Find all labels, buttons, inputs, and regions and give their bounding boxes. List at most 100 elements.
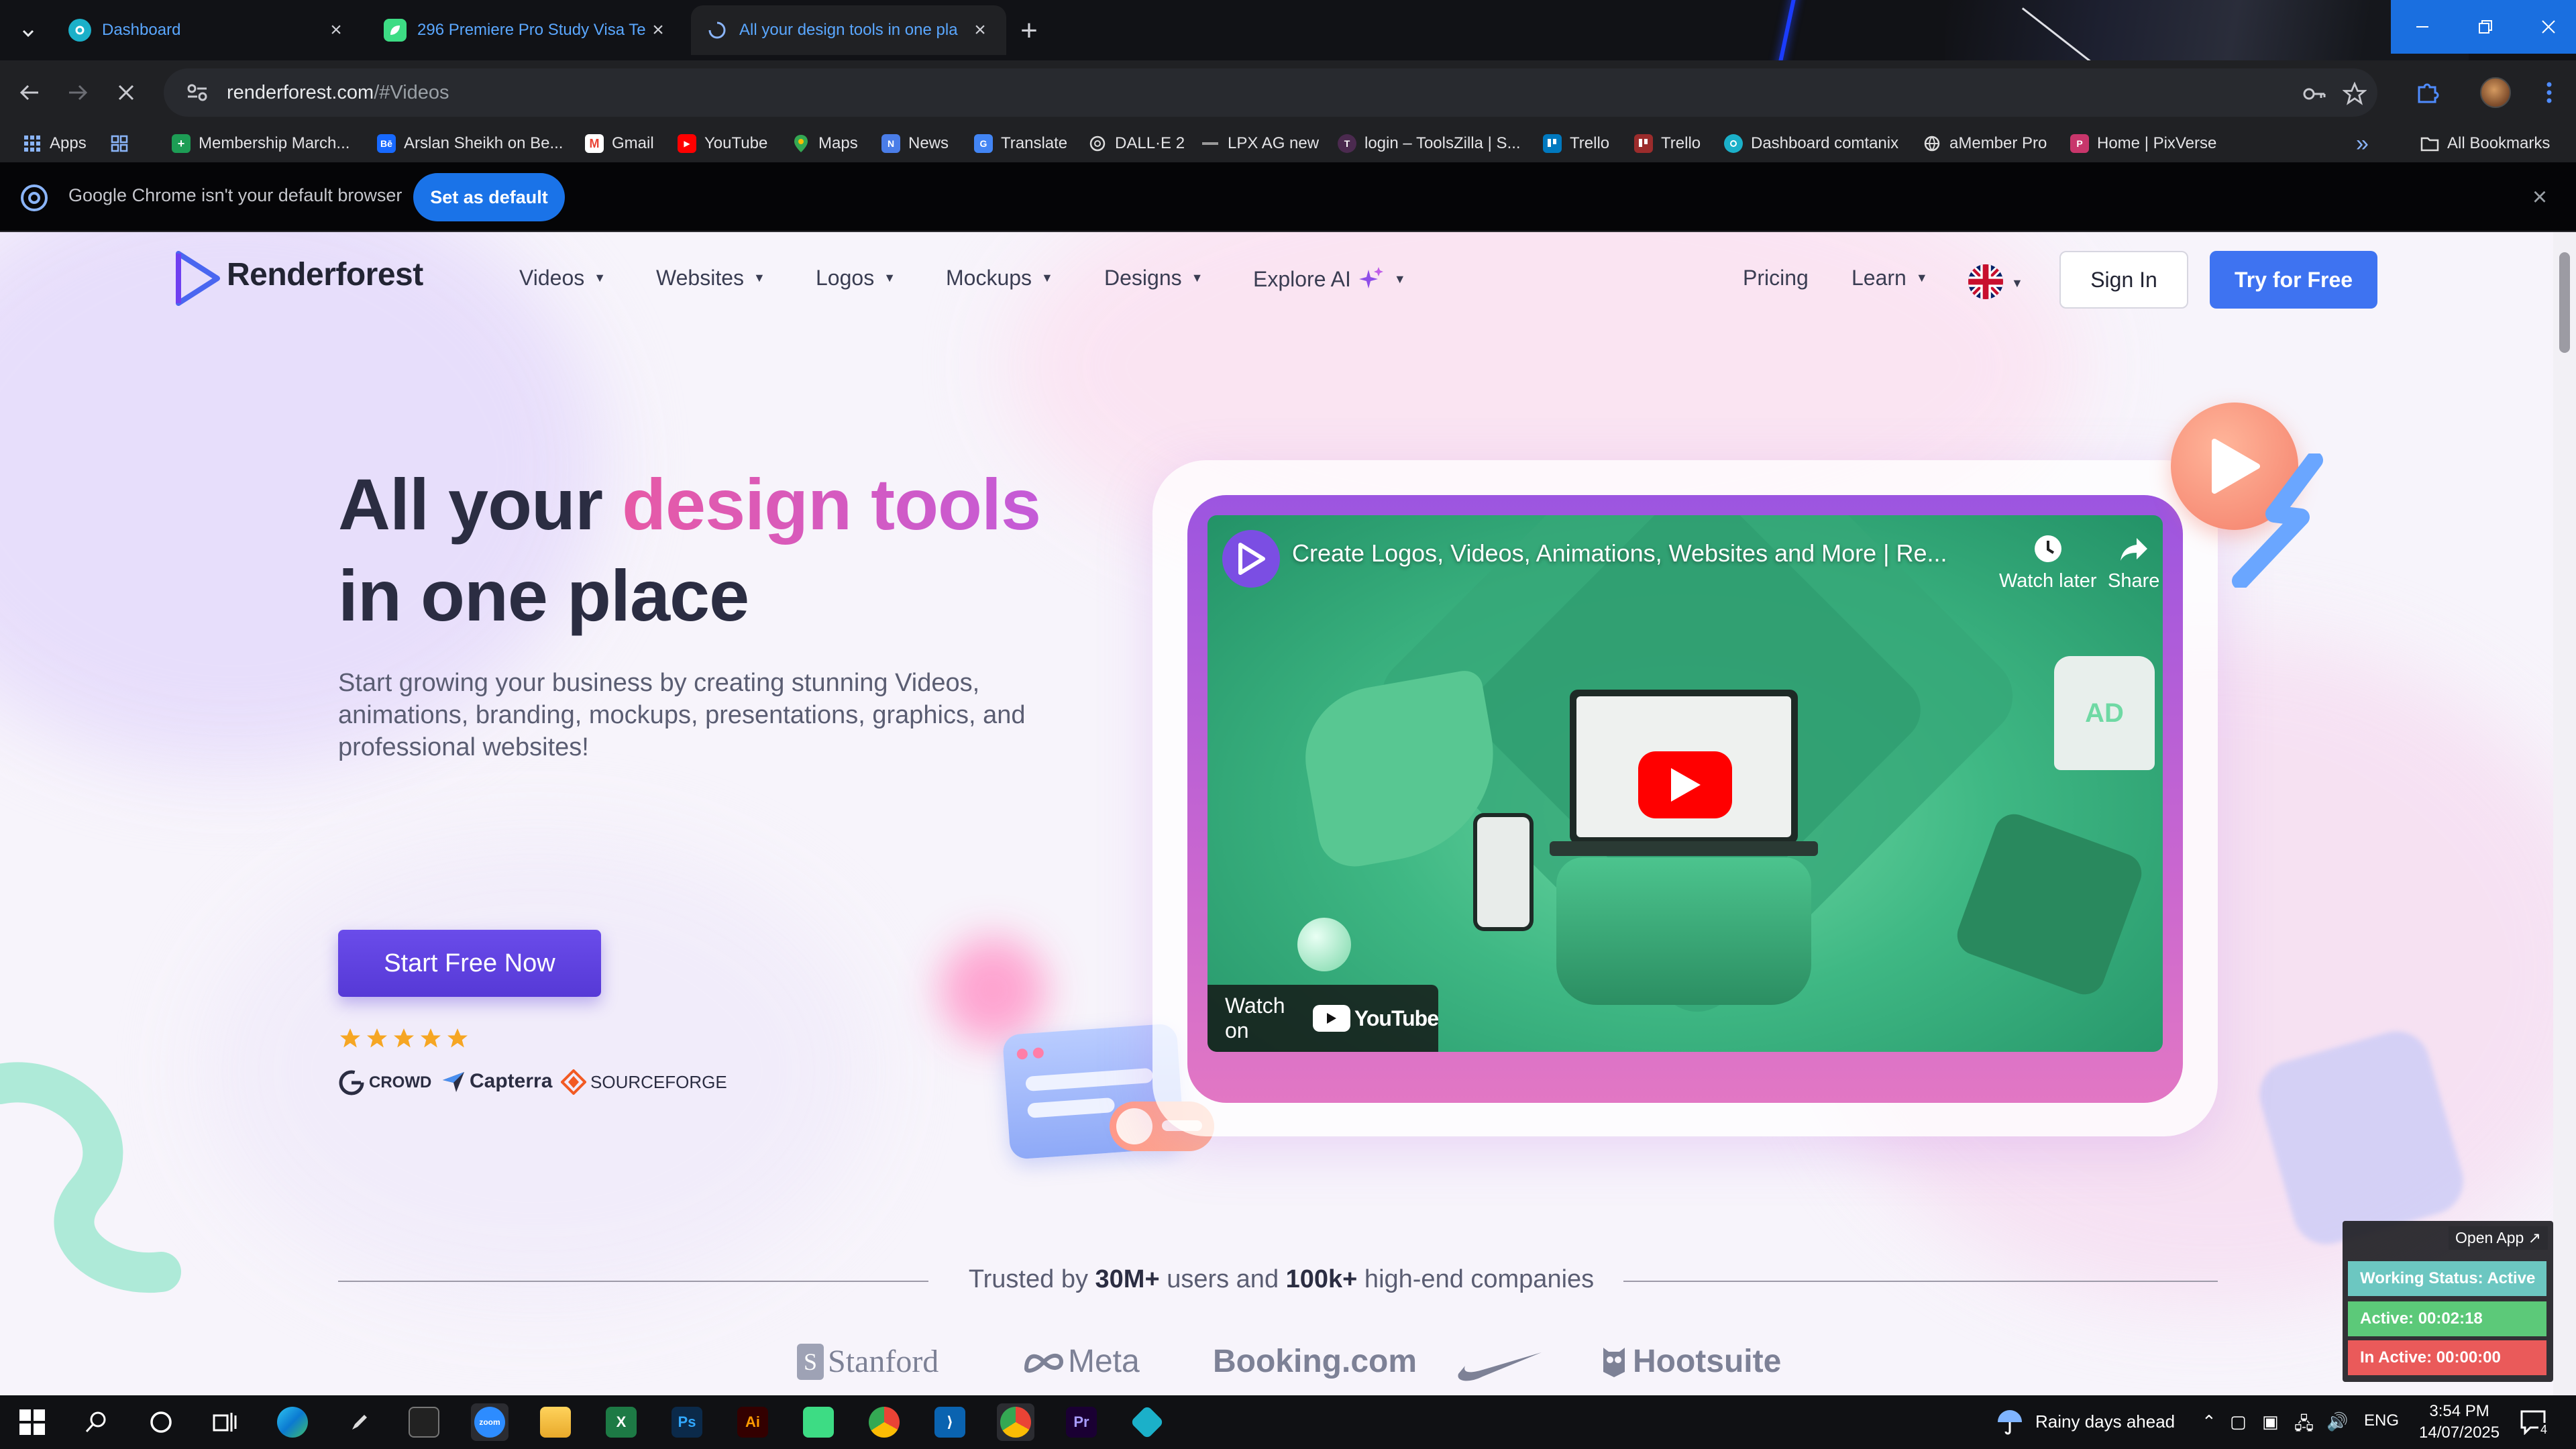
- bookmark-comtanix[interactable]: Dashboard comtanix: [1724, 130, 1898, 157]
- taskbar-zoom[interactable]: zoom: [471, 1403, 508, 1441]
- address-bar[interactable]: renderforest.com/#Videos: [164, 68, 2377, 117]
- search-button[interactable]: [78, 1403, 115, 1441]
- clock[interactable]: 3:54 PM 14/07/2025: [2419, 1401, 2500, 1444]
- password-key-icon[interactable]: [2301, 80, 2328, 107]
- language-indicator[interactable]: ENG: [2364, 1411, 2399, 1430]
- bookmark-trello-1[interactable]: Trello: [1543, 130, 1609, 157]
- bookmark-behance[interactable]: Bē Arslan Sheikh on Be...: [377, 130, 563, 157]
- weather-text[interactable]: Rainy days ahead: [2035, 1411, 2175, 1432]
- scrollbar-thumb[interactable]: [2559, 252, 2570, 353]
- forward-button[interactable]: [56, 71, 99, 114]
- open-app-button[interactable]: Open App ↗: [2449, 1226, 2548, 1250]
- taskbar-tracker-app[interactable]: [1128, 1403, 1166, 1441]
- taskbar-photoshop[interactable]: Ps: [668, 1403, 706, 1441]
- close-window-button[interactable]: [2517, 0, 2576, 54]
- bookmark-membership[interactable]: + Membership March...: [172, 130, 350, 157]
- taskbar-pen-tool[interactable]: [341, 1403, 378, 1441]
- channel-avatar[interactable]: [1222, 530, 1280, 588]
- video-title[interactable]: Create Logos, Videos, Animations, Websit…: [1292, 539, 1947, 568]
- nav-logos[interactable]: Logos ▼: [816, 266, 896, 290]
- profile-avatar[interactable]: [2474, 71, 2517, 114]
- close-icon[interactable]: ×: [647, 19, 669, 42]
- tray-app-icon[interactable]: ▢: [2230, 1411, 2247, 1432]
- all-bookmarks-button[interactable]: All Bookmarks: [2420, 130, 2550, 157]
- close-icon[interactable]: ×: [969, 19, 991, 42]
- watch-on-youtube-button[interactable]: Watch on YouTube: [1208, 985, 1439, 1052]
- site-info-icon[interactable]: [184, 79, 211, 106]
- uk-flag-icon[interactable]: [1968, 264, 2003, 299]
- extensions-button[interactable]: [2406, 71, 2449, 114]
- tab-premiere-study[interactable]: 296 Premiere Pro Study Visa Te ×: [369, 5, 684, 55]
- start-button[interactable]: [13, 1403, 51, 1441]
- taskbar-file-explorer[interactable]: [537, 1403, 574, 1441]
- restore-button[interactable]: [2454, 0, 2517, 54]
- taskbar-premiere[interactable]: Pr: [1063, 1403, 1100, 1441]
- watch-later-button[interactable]: Watch later: [1999, 531, 2097, 592]
- renderforest-logo-icon[interactable]: [176, 251, 220, 306]
- set-as-default-button[interactable]: Set as default: [413, 173, 565, 221]
- bookmark-amember[interactable]: aMember Pro: [1923, 130, 2047, 157]
- taskbar-excel[interactable]: X: [602, 1403, 640, 1441]
- bookmark-trello-2[interactable]: Trello: [1634, 130, 1701, 157]
- bookmark-translate[interactable]: G Translate: [974, 130, 1067, 157]
- chrome-menu-button[interactable]: [2528, 71, 2571, 114]
- start-free-now-button[interactable]: Start Free Now: [338, 930, 601, 997]
- bookmark-label: Arslan Sheikh on Be...: [404, 134, 564, 152]
- minimize-button[interactable]: [2391, 0, 2454, 54]
- taskbar-illustrator[interactable]: Ai: [734, 1403, 771, 1441]
- bookmark-dalle[interactable]: DALL·E 2: [1088, 130, 1185, 157]
- bookmark-apps[interactable]: Apps: [23, 130, 87, 157]
- nav-learn[interactable]: Learn ▼: [1851, 266, 1928, 290]
- close-icon[interactable]: ×: [2525, 182, 2555, 212]
- tab-search-button[interactable]: [9, 15, 47, 52]
- brand-name[interactable]: Renderforest: [227, 256, 423, 293]
- sheets-icon: +: [172, 134, 191, 153]
- task-view-button[interactable]: [207, 1403, 244, 1441]
- new-tab-button[interactable]: +: [1012, 13, 1046, 48]
- cortana-button[interactable]: [142, 1403, 180, 1441]
- bookmark-maps[interactable]: Maps: [792, 130, 858, 157]
- stop-loading-button[interactable]: [105, 71, 148, 114]
- sign-in-button[interactable]: Sign In: [2059, 251, 2188, 309]
- bookmark-pixverse[interactable]: P Home | PixVerse: [2070, 130, 2216, 157]
- bookmark-toolszilla[interactable]: Tlogin – ToolsZilla | S...: [1338, 130, 1521, 157]
- notifications-button[interactable]: 4: [2514, 1403, 2552, 1441]
- bookmark-tab-groups[interactable]: [110, 130, 137, 157]
- bookmark-star-icon[interactable]: [2341, 80, 2368, 107]
- bookmark-youtube[interactable]: ▶ YouTube: [678, 130, 767, 157]
- youtube-embed[interactable]: AD Create Logos, Videos, Animations, Web…: [1208, 515, 2163, 1052]
- tab-renderforest[interactable]: All your design tools in one pla ×: [691, 5, 1006, 55]
- share-button[interactable]: Share: [2108, 531, 2159, 592]
- taskbar-vscode[interactable]: ⟩: [931, 1403, 969, 1441]
- tab-dashboard[interactable]: Dashboard ×: [54, 5, 362, 55]
- weather-widget[interactable]: [1991, 1403, 2029, 1441]
- back-button[interactable]: [8, 71, 51, 114]
- bookmark-lpx[interactable]: LPX AG new: [1201, 130, 1319, 157]
- volume-icon[interactable]: 🔊: [2326, 1411, 2348, 1432]
- nav-pricing[interactable]: Pricing: [1743, 266, 1809, 290]
- taskbar-chrome-active[interactable]: [997, 1403, 1034, 1441]
- nav-mockups[interactable]: Mockups ▼: [946, 266, 1053, 290]
- taskbar-notes-app[interactable]: [800, 1403, 837, 1441]
- caret-down-icon[interactable]: ▼: [2011, 276, 2023, 290]
- nav-explore-ai[interactable]: Explore AI ▼: [1253, 266, 1406, 292]
- taskbar-edge[interactable]: [274, 1403, 311, 1441]
- tray-monitor-icon[interactable]: ▣: [2262, 1411, 2279, 1432]
- chrome-icon: [21, 184, 48, 211]
- nav-websites[interactable]: Websites ▼: [656, 266, 765, 290]
- tray-chevron-up-icon[interactable]: ⌃: [2202, 1411, 2216, 1432]
- bookmark-gmail[interactable]: M Gmail: [585, 130, 654, 157]
- network-icon[interactable]: 🖧: [2294, 1411, 2314, 1441]
- close-icon[interactable]: ×: [325, 19, 347, 42]
- puzzle-icon: [2418, 83, 2439, 103]
- try-for-free-button[interactable]: Try for Free: [2210, 251, 2377, 309]
- bookmark-news[interactable]: N News: [881, 130, 949, 157]
- play-button[interactable]: [1638, 751, 1732, 818]
- nav-videos[interactable]: Videos ▼: [519, 266, 606, 290]
- capterra-icon: [443, 1072, 464, 1092]
- more-bookmarks-button[interactable]: »: [2356, 130, 2369, 157]
- page-scrollbar[interactable]: [2553, 232, 2576, 1395]
- taskbar-chrome[interactable]: [865, 1403, 903, 1441]
- taskbar-terminal[interactable]: [405, 1403, 443, 1441]
- nav-designs[interactable]: Designs ▼: [1104, 266, 1203, 290]
